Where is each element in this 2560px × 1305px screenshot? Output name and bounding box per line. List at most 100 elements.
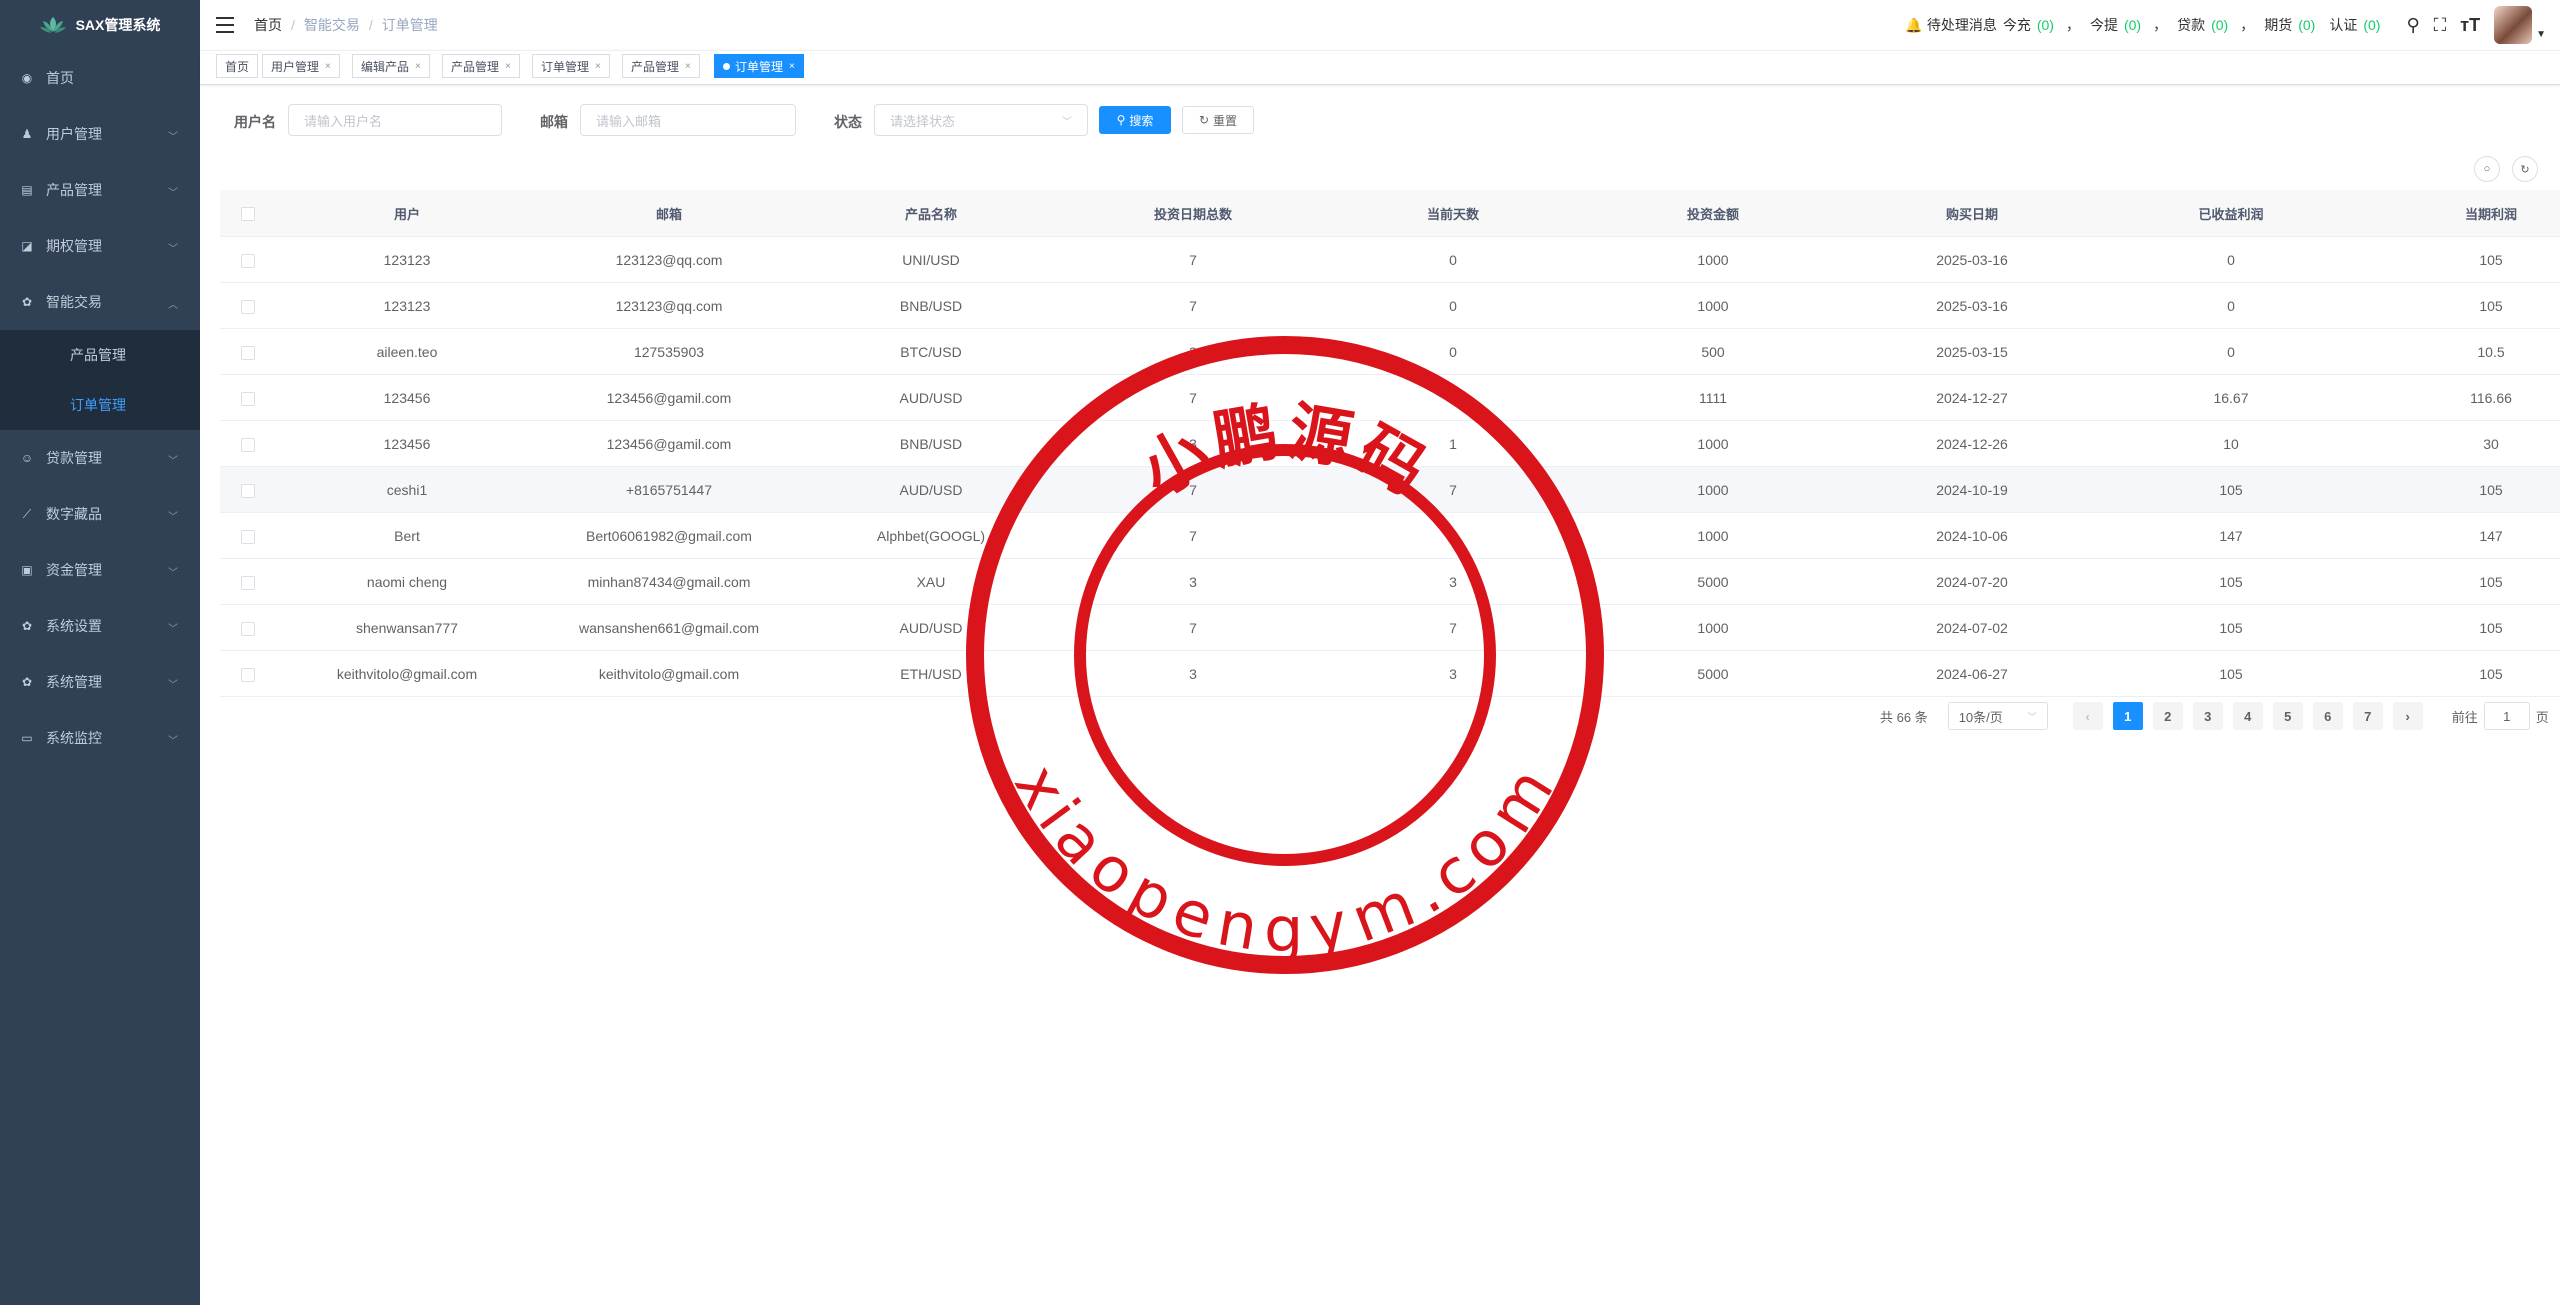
sidebar-subitem-products[interactable]: 产品管理 xyxy=(0,330,200,380)
recharge-count[interactable]: (0) xyxy=(2037,17,2054,33)
select-all-cell[interactable] xyxy=(220,190,276,237)
row-select-cell[interactable] xyxy=(220,420,276,467)
page-button[interactable]: 2 xyxy=(2152,702,2183,730)
table-row[interactable]: Bert Bert06061982@gmail.com Alphbet(GOOGL)… xyxy=(220,512,2560,559)
close-icon[interactable]: × xyxy=(415,61,421,72)
row-select-cell[interactable] xyxy=(220,374,276,421)
table-row[interactable]: 123123 123123@qq.com UNI/USD 7 0 1000 2025-03-… xyxy=(220,236,2560,283)
prev-page-button[interactable]: ‹ xyxy=(2072,702,2103,730)
hamburger-icon[interactable] xyxy=(216,17,234,33)
table-cell: 127535903 xyxy=(538,328,800,375)
row-select-cell[interactable] xyxy=(220,650,276,697)
page-button[interactable]: 3 xyxy=(2192,702,2223,730)
toggle-search-button[interactable]: ○ xyxy=(2474,156,2500,182)
sidebar-item-home[interactable]: ◉ 首页 xyxy=(0,50,200,106)
sidebar-item-products[interactable]: ▤ 产品管理 ﹀ xyxy=(0,162,200,218)
refresh-button[interactable]: ↻ xyxy=(2512,156,2538,182)
row-checkbox[interactable] xyxy=(241,437,255,452)
row-select-cell[interactable] xyxy=(220,236,276,283)
table-row[interactable]: keithvitolo@gmail.com keithvitolo@gmail.c… xyxy=(220,650,2560,697)
table-row[interactable]: naomi cheng minhan87434@gmail.com XAU 3 3 500… xyxy=(220,558,2560,605)
sidebar-item-options[interactable]: ◪ 期权管理 ﹀ xyxy=(0,218,200,274)
sidebar-item-collectibles[interactable]: ⟋ 数字藏品 ﹀ xyxy=(0,486,200,542)
bell-icon[interactable]: 🔔 xyxy=(1905,17,1922,34)
row-checkbox[interactable] xyxy=(241,345,255,360)
tag-home[interactable]: 首页 xyxy=(216,54,259,78)
submenu-smart-trading: 产品管理 订单管理 xyxy=(0,330,200,430)
breadcrumb-home[interactable]: 首页 xyxy=(254,15,282,35)
loan-count[interactable]: (0) xyxy=(2211,17,2228,33)
row-checkbox[interactable] xyxy=(241,391,255,406)
close-icon[interactable]: × xyxy=(789,61,795,72)
withdraw-count[interactable]: (0) xyxy=(2124,17,2141,33)
tag-products[interactable]: 产品管理 × xyxy=(442,54,520,78)
close-icon[interactable]: × xyxy=(505,61,511,72)
tag-users[interactable]: 用户管理 × xyxy=(262,54,340,78)
loan-label[interactable]: 贷款 xyxy=(2177,15,2205,35)
reset-button[interactable]: ↻ 重置 xyxy=(1182,106,1254,134)
row-checkbox[interactable] xyxy=(241,621,255,636)
futures-label[interactable]: 期货 xyxy=(2264,15,2292,35)
withdraw-label[interactable]: 今提 xyxy=(2090,15,2118,35)
close-icon[interactable]: × xyxy=(685,61,691,72)
sidebar-item-system-settings[interactable]: ✿ 系统设置 ﹀ xyxy=(0,598,200,654)
close-icon[interactable]: × xyxy=(595,61,601,72)
sidebar-item-loans[interactable]: ☺ 贷款管理 ﹀ xyxy=(0,430,200,486)
row-select-cell[interactable] xyxy=(220,328,276,375)
tag-orders-active[interactable]: 订单管理 × xyxy=(714,54,804,78)
sidebar-item-funds[interactable]: ▣ 资金管理 ﹀ xyxy=(0,542,200,598)
page-button[interactable]: 6 xyxy=(2312,702,2343,730)
page-button[interactable]: 4 xyxy=(2232,702,2263,730)
table-row[interactable]: shenwansan777 wansanshen661@gmail.com AUD/… xyxy=(220,604,2560,651)
tag-products-2[interactable]: 产品管理 × xyxy=(622,54,700,78)
page-button[interactable]: 7 xyxy=(2352,702,2383,730)
auth-label[interactable]: 认证 xyxy=(2329,15,2357,35)
auth-count[interactable]: (0) xyxy=(2363,17,2380,33)
sidebar-item-users[interactable]: ♟ 用户管理 ﹀ xyxy=(0,106,200,162)
row-select-cell[interactable] xyxy=(220,604,276,651)
row-select-cell[interactable] xyxy=(220,466,276,513)
table-row[interactable]: 123456 123456@gamil.com BNB/USD 3 1 1000 2024-… xyxy=(220,420,2560,467)
search-icon[interactable]: ⚲ xyxy=(2406,15,2419,36)
row-checkbox[interactable] xyxy=(241,483,255,498)
sidebar-item-monitor[interactable]: ▭ 系统监控 ﹀ xyxy=(0,710,200,766)
sidebar-item-smart-trading[interactable]: ✿ 智能交易 ︿ xyxy=(0,274,200,330)
page-size-select[interactable]: 10条/页 ﹀ xyxy=(1947,702,2048,730)
email-input[interactable]: 请输入邮箱 xyxy=(580,104,796,136)
table-cell: 123123@qq.com xyxy=(538,236,800,283)
row-checkbox[interactable] xyxy=(241,529,255,544)
table-row[interactable]: 123456 123456@gamil.com AUD/USD 7 1 1111 2024-… xyxy=(220,374,2560,421)
row-select-cell[interactable] xyxy=(220,282,276,329)
app-logo[interactable]: SAX管理系统 xyxy=(0,0,200,50)
row-checkbox[interactable] xyxy=(241,299,255,314)
table-cell: 2024-12-27 xyxy=(1844,374,2100,421)
row-select-cell[interactable] xyxy=(220,512,276,559)
font-size-icon[interactable]: тT xyxy=(2460,15,2480,36)
futures-count[interactable]: (0) xyxy=(2298,17,2315,33)
page-button[interactable]: 5 xyxy=(2272,702,2303,730)
caret-down-icon[interactable]: ▼ xyxy=(2536,29,2546,40)
row-checkbox[interactable] xyxy=(241,253,255,268)
status-select[interactable]: 请选择状态 ﹀ xyxy=(874,104,1088,136)
table-row[interactable]: 123123 123123@qq.com BNB/USD 7 0 1000 2025-03-… xyxy=(220,282,2560,329)
goto-page-input[interactable]: 1 xyxy=(2483,702,2530,730)
row-checkbox[interactable] xyxy=(241,575,255,590)
fullscreen-icon[interactable]: ⛶ xyxy=(2434,15,2447,36)
select-all-checkbox[interactable] xyxy=(241,206,255,221)
sidebar-subitem-orders[interactable]: 订单管理 xyxy=(0,380,200,430)
table-cell: 105 xyxy=(2362,282,2560,329)
recharge-label[interactable]: 今充 xyxy=(2003,15,2031,35)
page-button[interactable]: 1 xyxy=(2112,702,2143,730)
table-row[interactable]: aileen.teo 127535903 BTC/USD 3 0 500 2025-03-1… xyxy=(220,328,2560,375)
table-row[interactable]: ceshi1 +8165751447 AUD/USD 7 7 1000 2024-10-19… xyxy=(220,466,2560,513)
username-input[interactable]: 请输入用户名 xyxy=(288,104,502,136)
row-checkbox[interactable] xyxy=(241,667,255,682)
tag-orders[interactable]: 订单管理 × xyxy=(532,54,610,78)
row-select-cell[interactable] xyxy=(220,558,276,605)
next-page-button[interactable]: › xyxy=(2392,702,2423,730)
close-icon[interactable]: × xyxy=(325,61,331,72)
avatar[interactable] xyxy=(2494,6,2533,44)
search-button[interactable]: ⚲ 搜索 xyxy=(1099,106,1171,134)
tag-edit-product[interactable]: 编辑产品 × xyxy=(352,54,430,78)
sidebar-item-system-admin[interactable]: ✿ 系统管理 ﹀ xyxy=(0,654,200,710)
